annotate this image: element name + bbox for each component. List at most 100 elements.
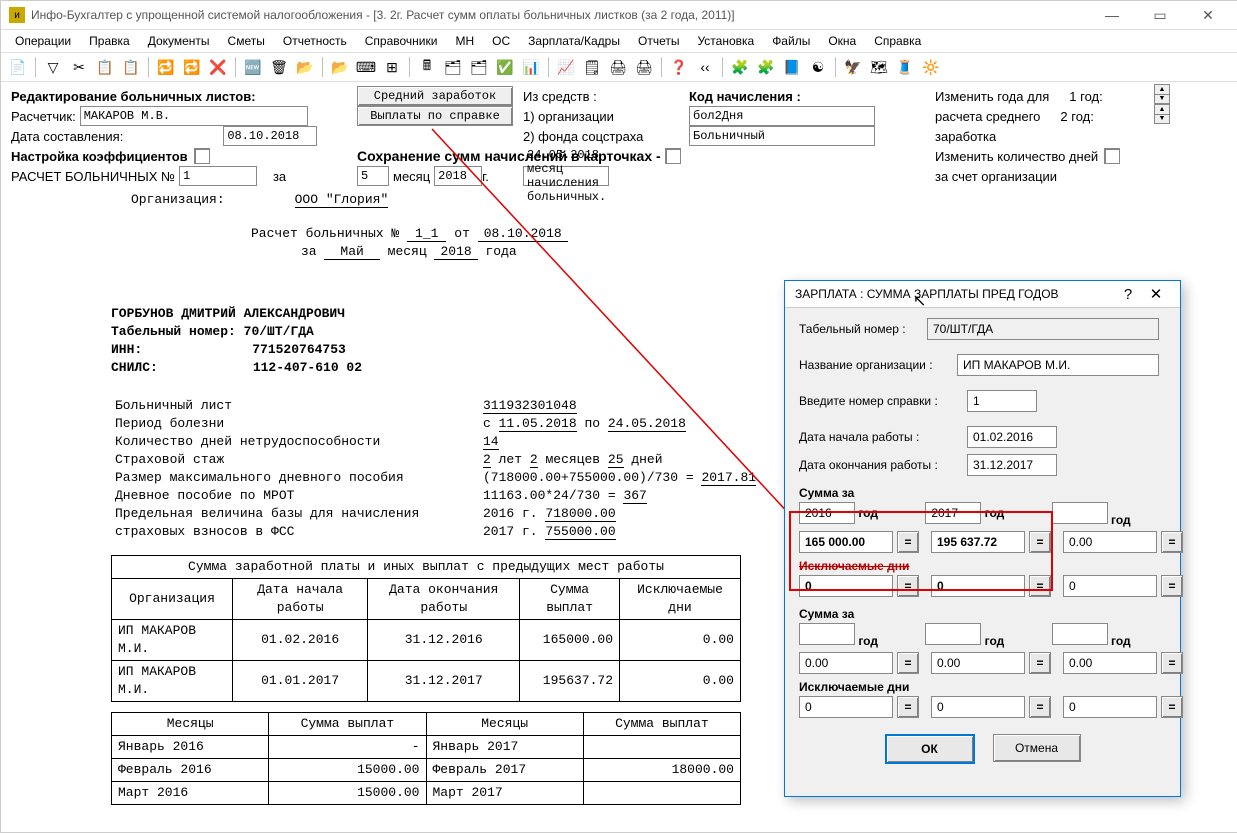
menu-Отчеты[interactable]: Отчеты bbox=[630, 32, 687, 50]
dialog-title: ЗАРПЛАТА : СУММА ЗАРПЛАТЫ ПРЕД ГОДОВ bbox=[795, 287, 1114, 301]
dlg-ok-button[interactable]: ОК bbox=[885, 734, 975, 764]
toolbtn-5[interactable]: 🔁 bbox=[155, 56, 177, 78]
menu-Операции[interactable]: Операции bbox=[7, 32, 79, 50]
report-base-2016: 718000.00 bbox=[545, 506, 615, 522]
toolbtn-10[interactable]: 📂 bbox=[294, 56, 316, 78]
toolbtn-4[interactable]: 📋 bbox=[120, 56, 142, 78]
dlg-date-start[interactable]: 01.02.2016 bbox=[967, 426, 1057, 448]
month-number-field[interactable]: 5 bbox=[357, 166, 389, 186]
toolbtn-32[interactable]: 🔆 bbox=[920, 56, 942, 78]
report-blno: 311932301048 bbox=[483, 398, 577, 414]
toolbtn-28[interactable]: ☯ bbox=[807, 56, 829, 78]
toolbtn-2[interactable]: ✂ bbox=[68, 56, 90, 78]
toolbtn-29[interactable]: 🦅 bbox=[842, 56, 864, 78]
change-days-label-1: Изменить количество дней bbox=[935, 149, 1098, 164]
accrual-date-field[interactable]: 24.05.2018 месяц начисления больничных. bbox=[523, 166, 609, 186]
payments-by-ref-button[interactable]: Выплаты по справке bbox=[357, 106, 513, 126]
menu-Зарплата/Кадры[interactable]: Зарплата/Кадры bbox=[520, 32, 628, 50]
dlg-ex2-btn[interactable]: = bbox=[1029, 575, 1051, 597]
toolbtn-11[interactable]: 📂 bbox=[329, 56, 351, 78]
save-sums-checkbox[interactable] bbox=[665, 148, 681, 164]
menu-Правка[interactable]: Правка bbox=[81, 32, 138, 50]
code2-field[interactable]: Больничный bbox=[689, 126, 875, 146]
dlg-sum2-btn[interactable]: = bbox=[1029, 531, 1051, 553]
year-field[interactable]: 2018 bbox=[434, 166, 482, 186]
dlg-sum3-btn[interactable]: = bbox=[1161, 531, 1183, 553]
toolbtn-9[interactable]: 🗑 bbox=[268, 56, 290, 78]
dlg-sum2[interactable]: 195 637.72 bbox=[931, 531, 1025, 553]
calculator-field[interactable]: МАКАРОВ М.В. bbox=[80, 106, 308, 126]
dlg-cancel-button[interactable]: Отмена bbox=[993, 734, 1081, 762]
window-title: Инфо-Бухгалтер с упрощенной системой нал… bbox=[31, 8, 1090, 22]
toolbtn-30[interactable]: 🗺 bbox=[868, 56, 890, 78]
titlebar: и Инфо-Бухгалтер с упрощенной системой н… bbox=[1, 1, 1237, 30]
dialog-help-button[interactable]: ? bbox=[1114, 286, 1142, 303]
menu-МН[interactable]: МН bbox=[447, 32, 482, 50]
toolbtn-1[interactable]: ▽ bbox=[42, 56, 64, 78]
toolbtn-3[interactable]: 📋 bbox=[94, 56, 116, 78]
toolbtn-16[interactable]: 🗂 bbox=[468, 56, 490, 78]
menu-Отчетность[interactable]: Отчетность bbox=[275, 32, 355, 50]
toolbtn-12[interactable]: ⌨ bbox=[355, 56, 377, 78]
dlg-sum1-btn[interactable]: = bbox=[897, 531, 919, 553]
dlg-year1[interactable]: 2016 bbox=[799, 502, 855, 524]
toolbtn-15[interactable]: 🗂 bbox=[442, 56, 464, 78]
dlg-refno[interactable]: 1 bbox=[967, 390, 1037, 412]
dlg-ex2[interactable]: 0 bbox=[931, 575, 1025, 597]
dlg-sum-label: Сумма за bbox=[799, 486, 1166, 500]
coef-checkbox[interactable] bbox=[194, 148, 210, 164]
dlg-ex1-btn[interactable]: = bbox=[897, 575, 919, 597]
coef-label: Настройка коэффициентов bbox=[11, 149, 188, 164]
dlg-ex3-btn[interactable]: = bbox=[1161, 575, 1183, 597]
save-sums-label: Сохранение сумм начислений в карточках - bbox=[357, 148, 661, 164]
toolbtn-27[interactable]: 📘 bbox=[781, 56, 803, 78]
year1-spinner[interactable]: ▲▼ bbox=[1154, 84, 1170, 104]
dlg-year3[interactable] bbox=[1052, 502, 1108, 524]
toolbtn-7[interactable]: ❌ bbox=[207, 56, 229, 78]
dlg-date-end[interactable]: 31.12.2017 bbox=[967, 454, 1057, 476]
menu-Справочники[interactable]: Справочники bbox=[357, 32, 446, 50]
change-days-checkbox[interactable] bbox=[1104, 148, 1120, 164]
toolbtn-0[interactable]: 📄 bbox=[7, 56, 29, 78]
toolbtn-19[interactable]: 📈 bbox=[555, 56, 577, 78]
menu-Файлы[interactable]: Файлы bbox=[764, 32, 818, 50]
dlg-excluded-label: Исключаемые дни bbox=[799, 559, 1166, 573]
year2-spinner[interactable]: ▲▼ bbox=[1154, 104, 1170, 124]
toolbtn-25[interactable]: 🧩 bbox=[729, 56, 751, 78]
dialog-close-button[interactable]: ✕ bbox=[1142, 285, 1170, 303]
toolbtn-24[interactable]: ‹‹ bbox=[694, 56, 716, 78]
toolbtn-23[interactable]: ❓ bbox=[668, 56, 690, 78]
toolbtn-18[interactable]: 📊 bbox=[520, 56, 542, 78]
toolbtn-13[interactable]: ⊞ bbox=[381, 56, 403, 78]
dlg-ex3[interactable]: 0 bbox=[1063, 575, 1157, 597]
dlg-sum1[interactable]: 165 000.00 bbox=[799, 531, 893, 553]
menu-Документы[interactable]: Документы bbox=[140, 32, 218, 50]
menu-Установка[interactable]: Установка bbox=[689, 32, 762, 50]
toolbtn-6[interactable]: 🔁 bbox=[181, 56, 203, 78]
close-button[interactable]: ✕ bbox=[1186, 3, 1230, 27]
menu-Сметы[interactable]: Сметы bbox=[220, 32, 273, 50]
maximize-button[interactable]: ▭ bbox=[1138, 3, 1182, 27]
toolbtn-8[interactable]: 🆕 bbox=[242, 56, 264, 78]
code1-field[interactable]: бол2Дня bbox=[689, 106, 875, 126]
date-compiled-field[interactable]: 08.10.2018 bbox=[223, 126, 317, 146]
menu-Справка[interactable]: Справка bbox=[866, 32, 929, 50]
calc-number-field[interactable]: 1 bbox=[179, 166, 257, 186]
minimize-button[interactable]: — bbox=[1090, 3, 1134, 27]
report-month: Май bbox=[324, 244, 379, 260]
toolbtn-31[interactable]: 🧵 bbox=[894, 56, 916, 78]
dlg-year2[interactable]: 2017 bbox=[925, 502, 981, 524]
toolbtn-14[interactable]: 🖩 bbox=[416, 56, 438, 78]
toolbtn-20[interactable]: 🗒 bbox=[581, 56, 603, 78]
toolbtn-26[interactable]: 🧩 bbox=[755, 56, 777, 78]
toolbtn-17[interactable]: ✅ bbox=[494, 56, 516, 78]
toolbtn-22[interactable]: 🖨 bbox=[633, 56, 655, 78]
menu-ОС[interactable]: ОС bbox=[484, 32, 518, 50]
dlg-org[interactable]: ИП МАКАРОВ М.И. bbox=[957, 354, 1159, 376]
menu-Окна[interactable]: Окна bbox=[820, 32, 864, 50]
dlg-sum3[interactable]: 0.00 bbox=[1063, 531, 1157, 553]
avg-earnings-button[interactable]: Средний заработок bbox=[357, 86, 513, 106]
report-org: ООО "Глория" bbox=[295, 192, 389, 208]
dlg-ex1[interactable]: 0 bbox=[799, 575, 893, 597]
toolbtn-21[interactable]: 🖨 bbox=[607, 56, 629, 78]
